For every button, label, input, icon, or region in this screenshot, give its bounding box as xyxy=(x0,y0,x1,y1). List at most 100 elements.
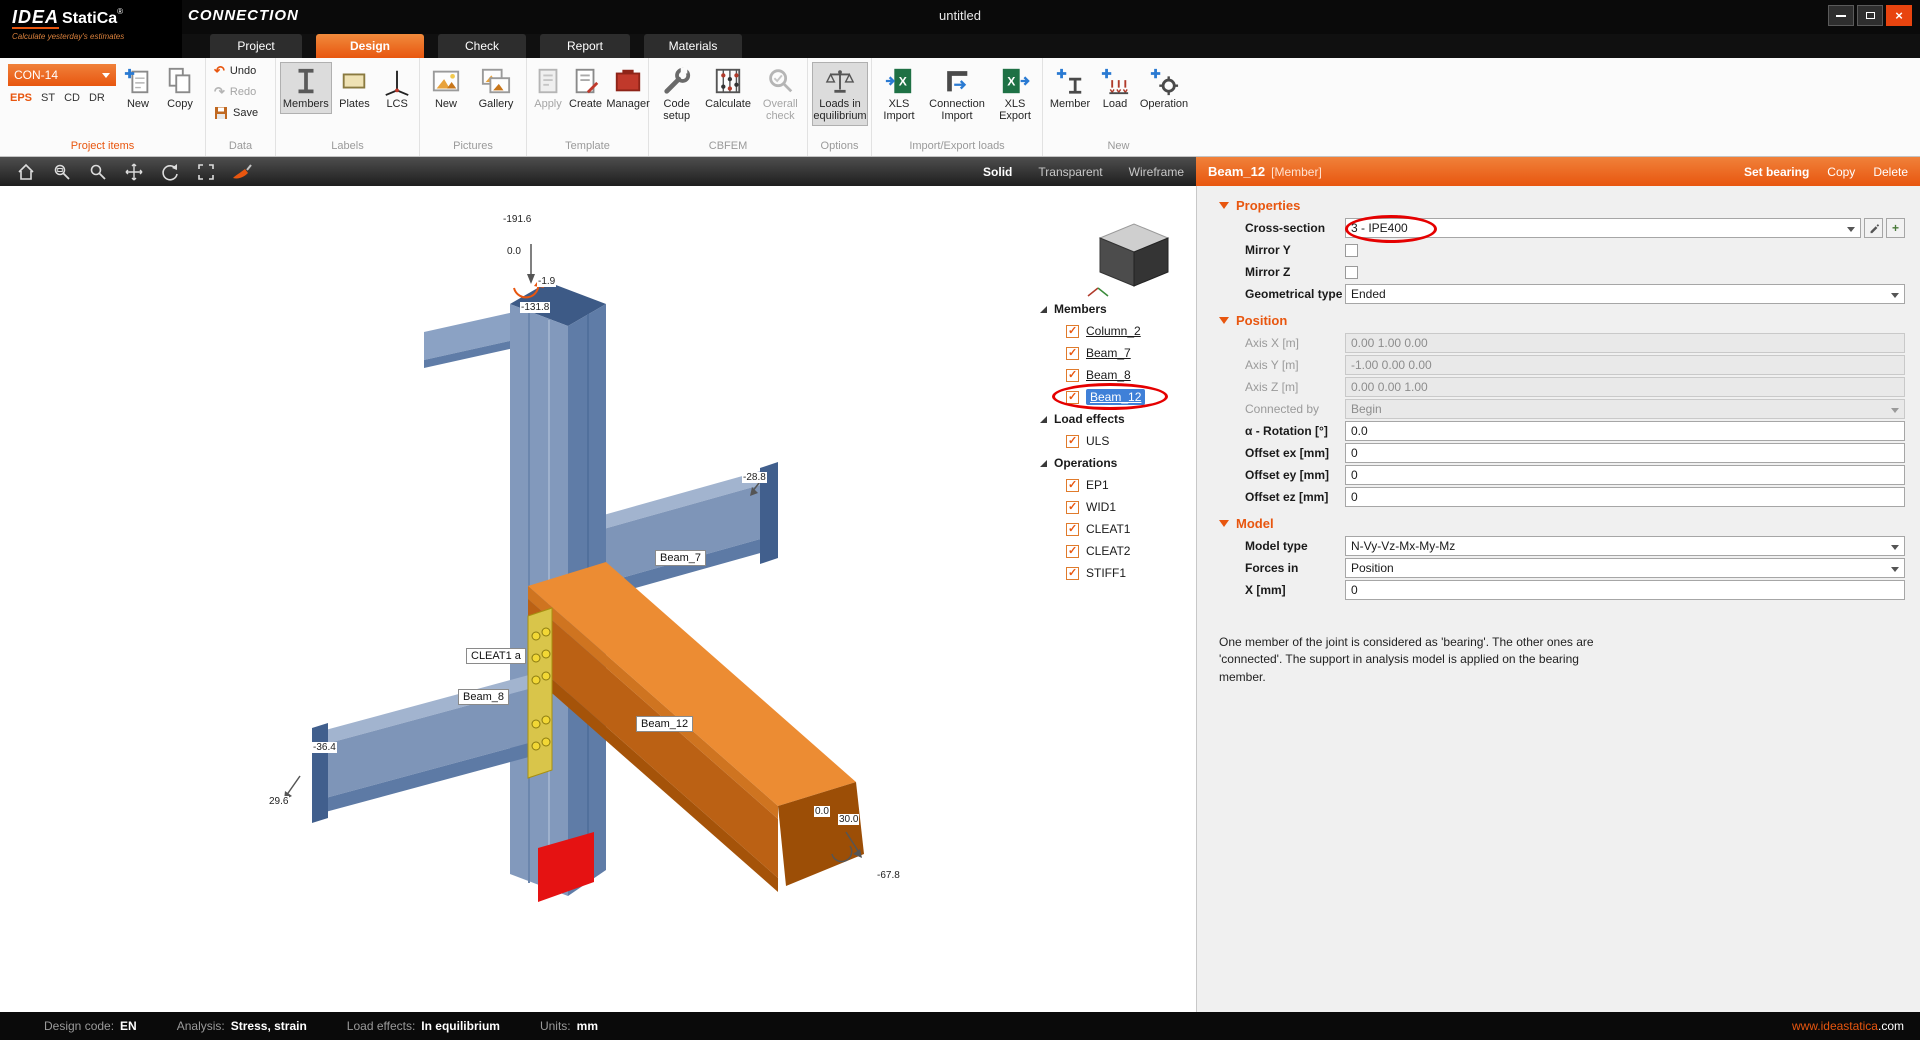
wid1-label[interactable]: WID1 xyxy=(1086,500,1116,514)
home-view-button[interactable] xyxy=(12,159,40,185)
xls-export-button[interactable]: X XLS Export xyxy=(992,62,1038,126)
mirror-z-checkbox[interactable] xyxy=(1345,266,1358,279)
cleat1-label[interactable]: CLEAT1 xyxy=(1086,522,1130,536)
tree-item-cleat2[interactable]: CLEAT2 xyxy=(1040,540,1196,562)
wid1-checkbox[interactable] xyxy=(1066,501,1079,514)
ep1-label[interactable]: EP1 xyxy=(1086,478,1109,492)
plates-labels-button[interactable]: Plates xyxy=(334,62,376,114)
beam-8-checkbox[interactable] xyxy=(1066,369,1079,382)
tree-item-beam-7[interactable]: Beam_7 xyxy=(1040,342,1196,364)
beam-8-label[interactable]: Beam_8 xyxy=(458,689,509,705)
pan-button[interactable] xyxy=(120,159,148,185)
cleat1-checkbox[interactable] xyxy=(1066,523,1079,536)
column-2-checkbox[interactable] xyxy=(1066,325,1079,338)
new-operation-button[interactable]: Operation xyxy=(1137,62,1191,114)
tree-item-ep1[interactable]: EP1 xyxy=(1040,474,1196,496)
tab-report[interactable]: Report xyxy=(540,34,630,58)
forces-in-dropdown[interactable]: Position xyxy=(1345,558,1905,578)
transparent-view-button[interactable]: Transparent xyxy=(1038,165,1102,179)
members-labels-button[interactable]: Members xyxy=(280,62,332,114)
x-position-input[interactable]: 0 xyxy=(1345,580,1905,600)
paint-style-button[interactable] xyxy=(228,159,256,185)
code-eps-toggle[interactable]: EPS xyxy=(10,92,32,104)
new-picture-button[interactable]: New xyxy=(424,62,468,114)
close-button[interactable]: × xyxy=(1886,5,1912,26)
tab-design[interactable]: Design xyxy=(316,34,424,58)
stiff1-checkbox[interactable] xyxy=(1066,567,1079,580)
zoom-fit-button[interactable] xyxy=(192,159,220,185)
edit-cross-section-button[interactable] xyxy=(1864,218,1883,238)
tree-item-stiff1[interactable]: STIFF1 xyxy=(1040,562,1196,584)
offset-ey-input[interactable]: 0 xyxy=(1345,465,1905,485)
uls-label[interactable]: ULS xyxy=(1086,434,1109,448)
copy-project-item-button[interactable]: Copy xyxy=(160,62,200,114)
solid-view-button[interactable]: Solid xyxy=(983,165,1012,179)
wireframe-view-button[interactable]: Wireframe xyxy=(1129,165,1184,179)
beam-12-label[interactable]: Beam_12 xyxy=(636,716,693,732)
tree-item-wid1[interactable]: WID1 xyxy=(1040,496,1196,518)
new-member-button[interactable]: Member xyxy=(1047,62,1093,114)
offset-ez-input[interactable]: 0 xyxy=(1345,487,1905,507)
code-cd-toggle[interactable]: CD xyxy=(64,92,80,104)
tree-item-column-2[interactable]: Column_2 xyxy=(1040,320,1196,342)
zoom-button[interactable] xyxy=(84,159,112,185)
rotate-view-button[interactable] xyxy=(156,159,184,185)
xls-import-button[interactable]: X XLS Import xyxy=(876,62,922,126)
beam-7-label[interactable]: Beam_7 xyxy=(655,550,706,566)
mirror-y-checkbox[interactable] xyxy=(1345,244,1358,257)
lcs-labels-button[interactable]: LCS xyxy=(377,62,417,114)
add-cross-section-button[interactable]: + xyxy=(1886,218,1905,238)
column-2-link[interactable]: Column_2 xyxy=(1086,324,1141,338)
offset-ex-input[interactable]: 0 xyxy=(1345,443,1905,463)
navigation-cube[interactable] xyxy=(1088,224,1168,296)
maximize-button[interactable] xyxy=(1857,5,1883,26)
undo-button[interactable]: ↶Undo xyxy=(210,62,256,79)
gallery-button[interactable]: Gallery xyxy=(470,62,522,114)
create-template-button[interactable]: Create xyxy=(567,62,604,114)
beam-12-link[interactable]: Beam_12 xyxy=(1086,389,1145,405)
tree-item-beam-12-selected[interactable]: Beam_12 xyxy=(1040,386,1196,408)
uls-checkbox[interactable] xyxy=(1066,435,1079,448)
template-manager-button[interactable]: Manager xyxy=(606,62,650,114)
section-position[interactable]: Position xyxy=(1197,309,1920,331)
section-model[interactable]: Model xyxy=(1197,512,1920,534)
widener-plate[interactable] xyxy=(424,312,514,368)
redo-button[interactable]: ↷Redo xyxy=(210,83,256,100)
new-load-button[interactable]: Load xyxy=(1095,62,1135,114)
minimize-button[interactable] xyxy=(1828,5,1854,26)
tree-header-operations[interactable]: Operations xyxy=(1040,452,1196,474)
zoom-window-button[interactable] xyxy=(48,159,76,185)
beam-12-checkbox[interactable] xyxy=(1066,391,1079,404)
cleat1-label[interactable]: CLEAT1 a xyxy=(466,648,526,664)
rotation-input[interactable]: 0.0 xyxy=(1345,421,1905,441)
tab-project[interactable]: Project xyxy=(210,34,302,58)
cleat2-label[interactable]: CLEAT2 xyxy=(1086,544,1130,558)
code-setup-button[interactable]: Code setup xyxy=(653,62,700,126)
stiff1-label[interactable]: STIFF1 xyxy=(1086,566,1126,580)
loads-in-equilibrium-button[interactable]: Loads in equilibrium xyxy=(812,62,868,126)
code-st-toggle[interactable]: ST xyxy=(41,92,55,104)
beam-7-link[interactable]: Beam_7 xyxy=(1086,346,1131,360)
calculate-button[interactable]: Calculate xyxy=(702,62,753,114)
model-type-dropdown[interactable]: N-Vy-Vz-Mx-My-Mz xyxy=(1345,536,1905,556)
set-bearing-button[interactable]: Set bearing xyxy=(1744,165,1809,179)
copy-member-button[interactable]: Copy xyxy=(1827,165,1855,179)
tree-header-load-effects[interactable]: Load effects xyxy=(1040,408,1196,430)
ep1-checkbox[interactable] xyxy=(1066,479,1079,492)
overall-check-button[interactable]: Overall check xyxy=(756,62,805,126)
tree-header-members[interactable]: Members xyxy=(1040,298,1196,320)
3d-viewport[interactable]: Beam_7 CLEAT1 a Beam_8 Beam_12 -191.6 0.… xyxy=(0,186,1196,1012)
connection-import-button[interactable]: Connection Import xyxy=(924,62,990,126)
project-item-combo[interactable]: CON-14 xyxy=(8,64,116,86)
tab-check[interactable]: Check xyxy=(438,34,526,58)
apply-template-button[interactable]: Apply xyxy=(531,62,565,114)
cleat-plate-and-bolts[interactable] xyxy=(528,608,552,778)
beam-8-link[interactable]: Beam_8 xyxy=(1086,368,1131,382)
website-link[interactable]: www.ideastatica.com xyxy=(1792,1019,1904,1033)
delete-member-button[interactable]: Delete xyxy=(1873,165,1908,179)
3d-scene[interactable] xyxy=(0,186,1196,1012)
tree-item-beam-8[interactable]: Beam_8 xyxy=(1040,364,1196,386)
new-project-item-button[interactable]: New xyxy=(118,62,158,114)
tree-item-cleat1[interactable]: CLEAT1 xyxy=(1040,518,1196,540)
save-button[interactable]: Save xyxy=(210,104,258,121)
